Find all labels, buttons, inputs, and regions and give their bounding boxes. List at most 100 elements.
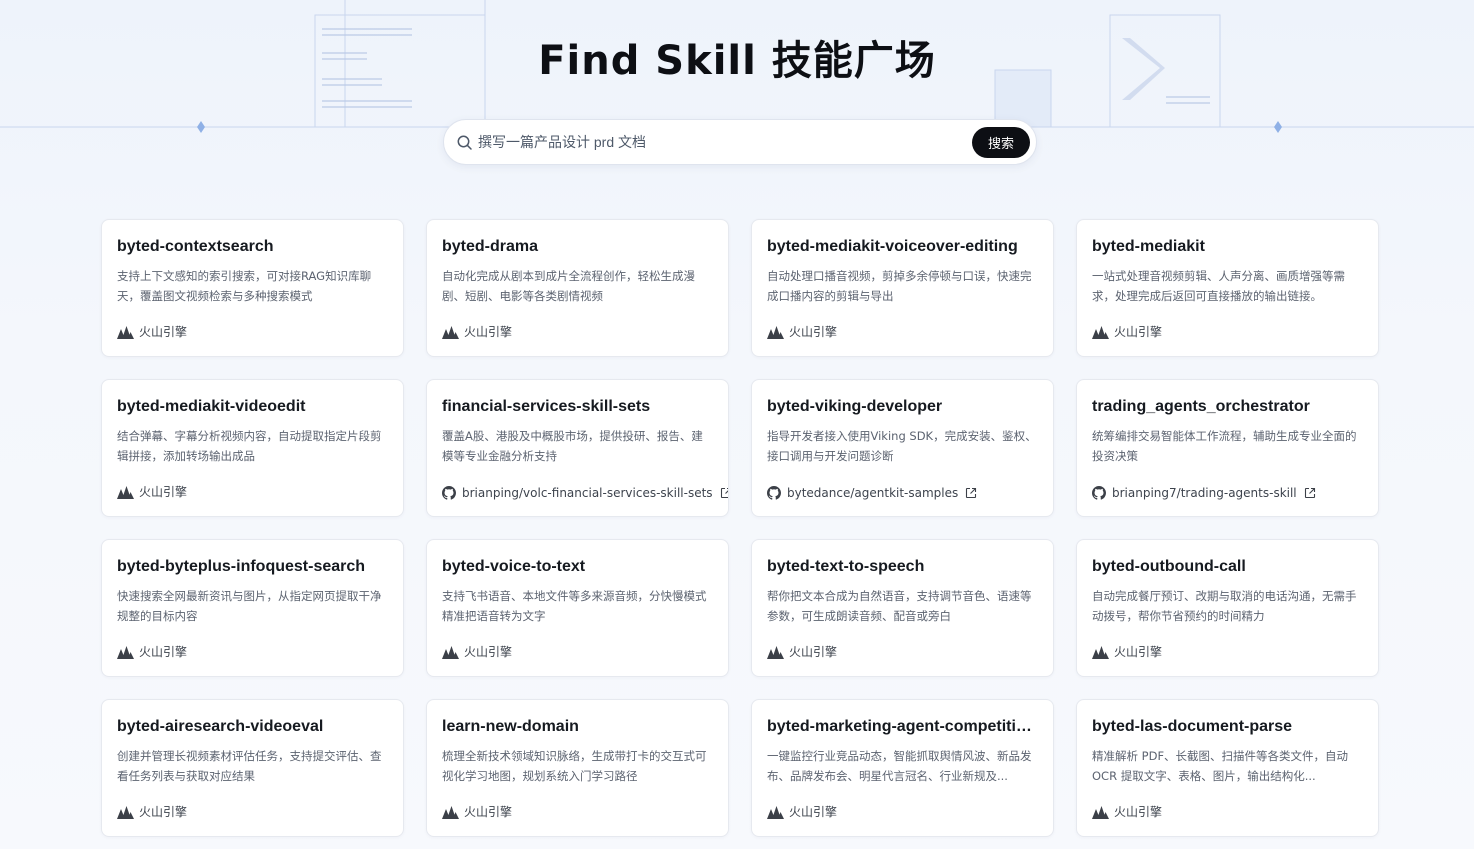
skill-card-source[interactable]: bytedance/agentkit-samples (767, 486, 977, 500)
skill-card-description: 帮你把文本合成为自然语音，支持调节音色、语速等参数，可生成朗读音频、配音或旁白 (767, 589, 1032, 623)
skill-card-source-label: brianping/volc-financial-services-skill-… (462, 486, 713, 500)
skill-card-title[interactable]: byted-mediakit-videoedit (117, 397, 388, 417)
skill-card-source: 火山引擎 (117, 803, 187, 820)
skill-card-description: 自动化完成从剧本到成片全流程创作，轻松生成漫剧、短剧、电影等各类剧情视频 (442, 269, 695, 303)
skill-card-description: 支持上下文感知的索引搜索，可对接RAG知识库聊天，覆盖图文视频检索与多种搜索模式 (117, 269, 372, 303)
skill-card[interactable]: byted-mediakit 一站式处理音视频剪辑、人声分离、画质增强等需求，处理… (1076, 219, 1379, 357)
external-link-icon[interactable] (965, 487, 977, 499)
skill-card-description: 创建并管理长视频素材评估任务，支持提交评估、查看任务列表与获取对应结果 (117, 749, 382, 783)
volcengine-logo-icon (1092, 645, 1109, 659)
skill-card-description: 一站式处理音视频剪辑、人声分离、画质增强等需求，处理完成后返回可直接播放的输出链… (1092, 269, 1345, 303)
skill-card-title[interactable]: byted-mediakit-voiceover-editing (767, 237, 1038, 257)
skill-card-title[interactable]: byted-text-to-speech (767, 557, 1038, 577)
skill-card-source[interactable]: brianping7/trading-agents-skill (1092, 486, 1316, 500)
skill-card[interactable]: byted-text-to-speech 帮你把文本合成为自然语音，支持调节音色、… (751, 539, 1054, 677)
skill-card-grid: byted-contextsearch 支持上下文感知的索引搜索，可对接RAG知识… (101, 219, 1379, 837)
skill-card-source-label: 火山引擎 (139, 645, 188, 659)
volcengine-logo-icon (767, 645, 784, 659)
skill-card[interactable]: byted-drama 自动化完成从剧本到成片全流程创作，轻松生成漫剧、短剧、电影… (426, 219, 729, 357)
skill-card[interactable]: byted-viking-developer 指导开发者接入使用Viking SD… (751, 379, 1054, 517)
search-button[interactable]: 搜索 (972, 127, 1030, 158)
skill-card-title[interactable]: byted-outbound-call (1092, 557, 1363, 577)
skill-card-source-label: brianping7/trading-agents-skill (1112, 486, 1297, 500)
volcengine-logo-icon (442, 805, 459, 819)
skill-card-source: 火山引擎 (117, 643, 187, 660)
skill-card-description: 指导开发者接入使用Viking SDK，完成安装、鉴权、接口调用与开发问题诊断 (767, 429, 1037, 463)
skill-card-title[interactable]: byted-viking-developer (767, 397, 1038, 417)
skill-card-description: 自动处理口播音视频，剪掉多余停顿与口误，快速完成口播内容的剪辑与导出 (767, 269, 1032, 303)
skill-card-title[interactable]: byted-las-document-parse (1092, 717, 1363, 737)
skill-card-source-label: 火山引擎 (464, 645, 513, 659)
skill-card-source-label: 火山引擎 (464, 805, 513, 819)
skill-card-description: 结合弹幕、字幕分析视频内容，自动提取指定片段剪辑拼接，添加转场输出成品 (117, 429, 382, 463)
skill-card-description: 一键监控行业竞品动态，智能抓取舆情风波、新品发布、品牌发布会、明星代言冠名、行业… (767, 749, 1032, 783)
search-input[interactable] (478, 128, 998, 156)
skill-card[interactable]: byted-outbound-call 自动完成餐厅预订、改期与取消的电话沟通，无… (1076, 539, 1379, 677)
skill-card-description: 快速搜索全网最新资讯与图片，从指定网页提取干净规整的目标内容 (117, 589, 382, 623)
skill-card[interactable]: byted-mediakit-voiceover-editing 自动处理口播音视… (751, 219, 1054, 357)
skill-card[interactable]: byted-las-document-parse 精准解析 PDF、长截图、扫描件… (1076, 699, 1379, 837)
page-title: Find Skill 技能广场 (538, 38, 936, 84)
skill-card-source-label: 火山引擎 (789, 325, 838, 339)
volcengine-logo-icon (117, 485, 134, 499)
skill-card[interactable]: byted-contextsearch 支持上下文感知的索引搜索，可对接RAG知识… (101, 219, 404, 357)
skill-card-source: 火山引擎 (442, 803, 512, 820)
hero-banner: Find Skill 技能广场 搜索 (0, 0, 1474, 200)
skill-card-title[interactable]: byted-mediakit (1092, 237, 1363, 257)
skill-card-source: 火山引擎 (442, 643, 512, 660)
skill-card-description: 支持飞书语音、本地文件等多来源音频，分快慢模式精准把语音转为文字 (442, 589, 707, 623)
skill-card-source-label: bytedance/agentkit-samples (787, 486, 959, 500)
skill-card-source-label: 火山引擎 (139, 805, 188, 819)
external-link-icon[interactable] (720, 487, 729, 499)
skill-card-title[interactable]: financial-services-skill-sets (442, 397, 713, 417)
volcengine-logo-icon (767, 325, 784, 339)
volcengine-logo-icon (442, 645, 459, 659)
skill-card-source: 火山引擎 (1092, 803, 1162, 820)
skill-card-source[interactable]: brianping/volc-financial-services-skill-… (442, 486, 729, 500)
volcengine-logo-icon (117, 805, 134, 819)
skill-card-source: 火山引擎 (442, 323, 512, 340)
volcengine-logo-icon (117, 325, 134, 339)
skill-card-source: 火山引擎 (767, 643, 837, 660)
search-icon (457, 135, 472, 150)
skill-card[interactable]: byted-airesearch-videoeval 创建并管理长视频素材评估任务… (101, 699, 404, 837)
skill-card-source: 火山引擎 (1092, 643, 1162, 660)
skill-card[interactable]: trading_agents_orchestrator 统筹编排交易智能体工作流程… (1076, 379, 1379, 517)
volcengine-logo-icon (1092, 805, 1109, 819)
skill-card-source-label: 火山引擎 (139, 485, 188, 499)
skill-card-source-label: 火山引擎 (139, 325, 188, 339)
skill-card-title[interactable]: learn-new-domain (442, 717, 713, 737)
skill-card-source-label: 火山引擎 (789, 645, 838, 659)
skill-card-source-label: 火山引擎 (464, 325, 513, 339)
skill-card-description: 统筹编排交易智能体工作流程，辅助生成专业全面的投资决策 (1092, 429, 1357, 463)
volcengine-logo-icon (117, 645, 134, 659)
skill-card-title[interactable]: byted-byteplus-infoquest-search (117, 557, 388, 577)
skill-card-title[interactable]: byted-marketing-agent-competitive-... (767, 717, 1038, 737)
skill-card-description: 梳理全新技术领域知识脉络，生成带打卡的交互式可视化学习地图，规划系统入门学习路径 (442, 749, 707, 783)
skill-card-source: 火山引擎 (1092, 323, 1162, 340)
skill-card-source-label: 火山引擎 (1114, 645, 1163, 659)
skill-card-title[interactable]: trading_agents_orchestrator (1092, 397, 1363, 417)
skill-card[interactable]: financial-services-skill-sets 覆盖A股、港股及中概股… (426, 379, 729, 517)
skill-card-title[interactable]: byted-airesearch-videoeval (117, 717, 388, 737)
skill-card[interactable]: byted-mediakit-videoedit 结合弹幕、字幕分析视频内容，自动… (101, 379, 404, 517)
skill-card[interactable]: byted-byteplus-infoquest-search 快速搜索全网最新资… (101, 539, 404, 677)
skill-card-source-label: 火山引擎 (1114, 805, 1163, 819)
skill-card-description: 精准解析 PDF、长截图、扫描件等各类文件，自动 OCR 提取文字、表格、图片，… (1092, 749, 1349, 783)
skill-card-description: 覆盖A股、港股及中概股市场，提供投研、报告、建模等专业金融分析支持 (442, 429, 703, 463)
github-icon (442, 486, 456, 500)
external-link-icon[interactable] (1304, 487, 1316, 499)
skill-card[interactable]: learn-new-domain 梳理全新技术领域知识脉络，生成带打卡的交互式可视… (426, 699, 729, 837)
skill-card-title[interactable]: byted-contextsearch (117, 237, 388, 257)
volcengine-logo-icon (767, 805, 784, 819)
github-icon (767, 486, 781, 500)
volcengine-logo-icon (442, 325, 459, 339)
skill-card[interactable]: byted-marketing-agent-competitive-... 一键监… (751, 699, 1054, 837)
skill-card-description: 自动完成餐厅预订、改期与取消的电话沟通，无需手动拨号，帮你节省预约的时间精力 (1092, 589, 1357, 623)
skill-card[interactable]: byted-voice-to-text 支持飞书语音、本地文件等多来源音频，分快慢… (426, 539, 729, 677)
skill-card-title[interactable]: byted-voice-to-text (442, 557, 713, 577)
skill-card-source: 火山引擎 (767, 323, 837, 340)
skill-card-title[interactable]: byted-drama (442, 237, 713, 257)
search-bar: 搜索 (443, 119, 1037, 165)
skill-card-source: 火山引擎 (117, 483, 187, 500)
